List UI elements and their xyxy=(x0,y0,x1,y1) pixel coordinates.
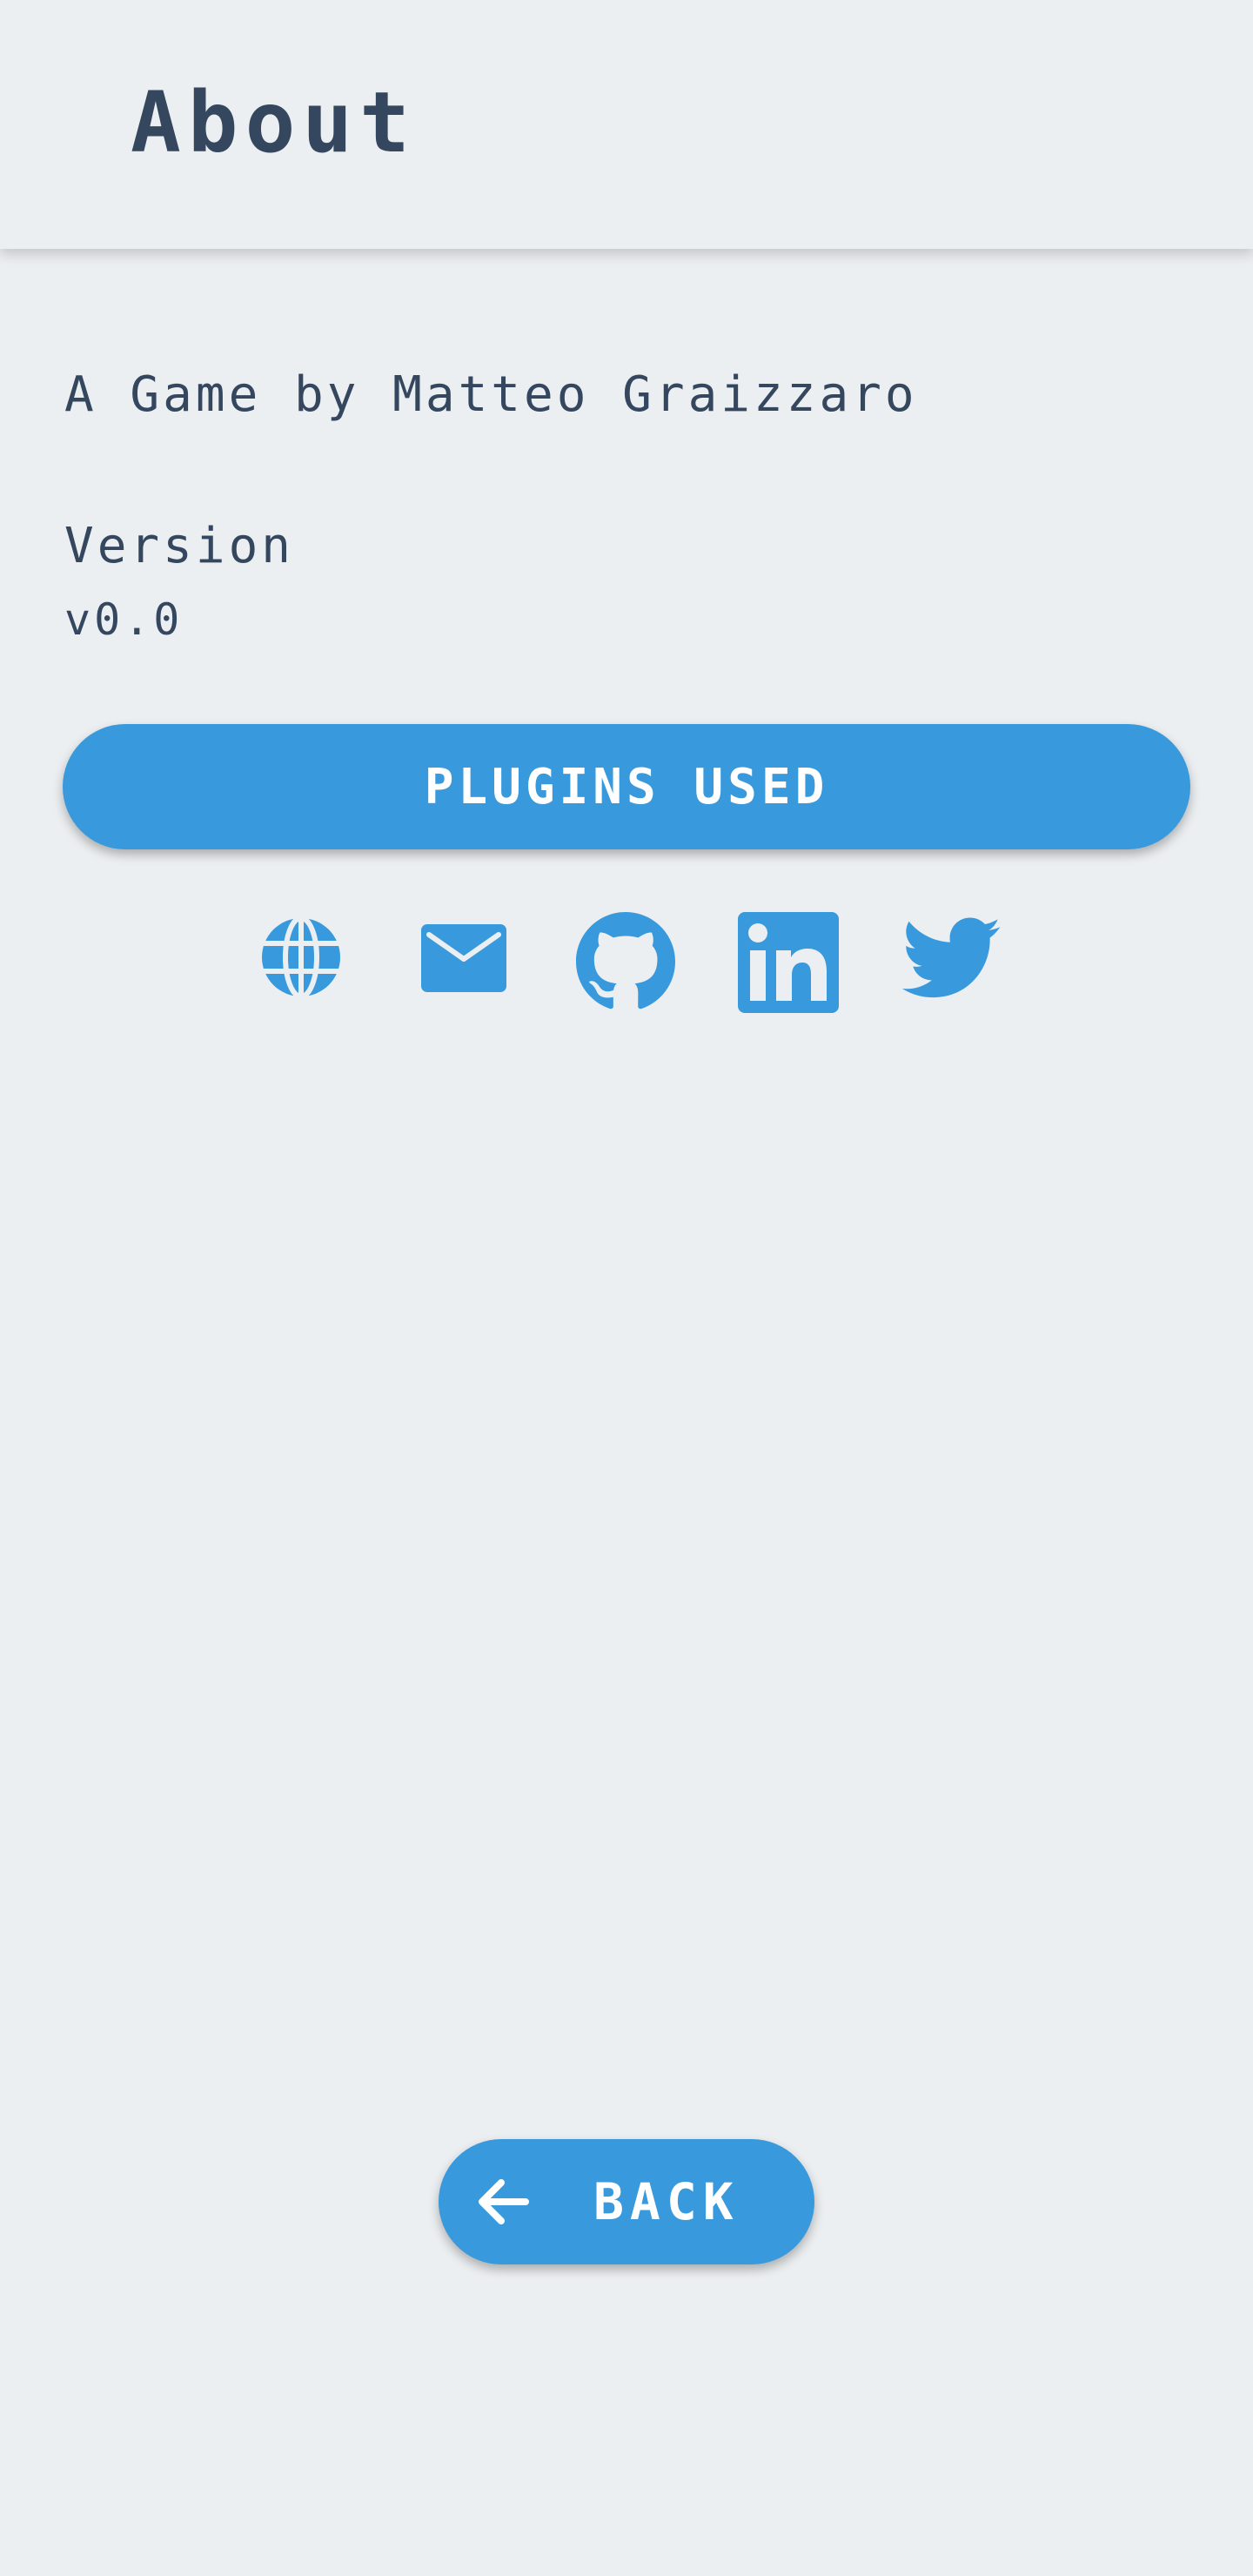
github-icon[interactable] xyxy=(576,912,675,1011)
arrow-left-icon xyxy=(475,2176,529,2228)
mail-icon[interactable] xyxy=(421,924,506,992)
version-value: v0.0 xyxy=(64,594,184,645)
app-bar: About xyxy=(0,0,1253,249)
twitter-icon[interactable] xyxy=(901,917,1001,999)
page-title: About xyxy=(131,74,417,171)
plugins-used-label: PLUGINS USED xyxy=(424,758,829,815)
author-text: A Game by Matteo Graizzaro xyxy=(64,366,918,423)
back-button[interactable]: BACK xyxy=(439,2139,814,2264)
plugins-used-button[interactable]: PLUGINS USED xyxy=(63,724,1190,849)
about-content: A Game by Matteo Graizzaro Version v0.0 … xyxy=(0,249,1253,2576)
back-button-label: BACK xyxy=(593,2172,740,2231)
linkedin-icon[interactable] xyxy=(738,912,839,1013)
version-label: Version xyxy=(64,518,295,574)
globe-icon[interactable] xyxy=(258,914,345,1001)
